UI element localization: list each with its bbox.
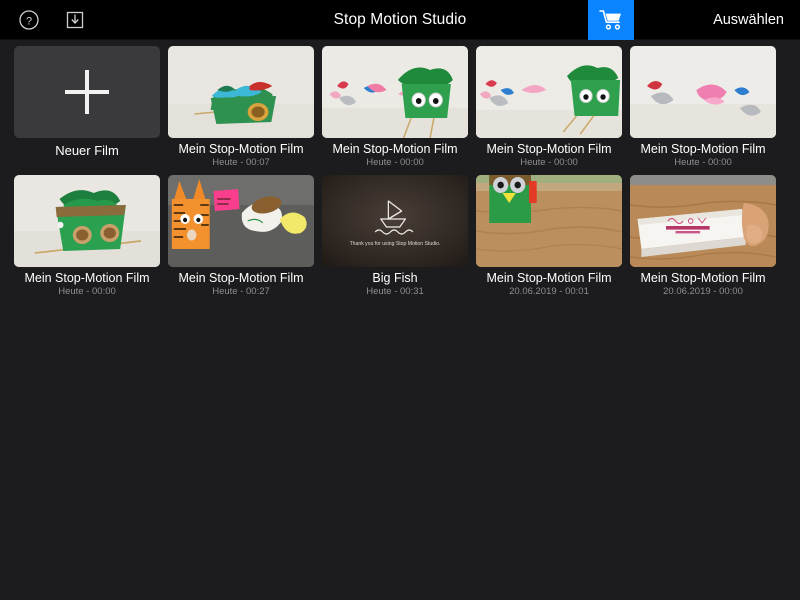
endcard-text: Thank you for using Stop Motion Studio.: [350, 241, 441, 247]
movie-thumbnail[interactable]: [476, 46, 622, 138]
scene-green-bird-wood: [476, 175, 622, 267]
movie-meta: Heute - 00:27: [212, 286, 270, 297]
movie-thumbnail[interactable]: [168, 175, 314, 267]
movie-grid: Neuer Film Mein Stop-Motion Film Heute -…: [0, 40, 800, 304]
movie-tile[interactable]: Mein Stop-Motion Film 20.06.2019 - 00:00: [626, 175, 780, 298]
movie-tile[interactable]: Mein Stop-Motion Film Heute - 00:00: [626, 46, 780, 169]
movie-meta: Heute - 00:00: [674, 157, 732, 168]
svg-text:?: ?: [26, 15, 32, 27]
scene-green-boat-tissue: [168, 46, 314, 138]
scene-green-cart-wheels: [14, 175, 160, 267]
movie-meta: Heute - 00:31: [366, 286, 424, 297]
movie-tile[interactable]: Mein Stop-Motion Film Heute - 00:00: [318, 46, 472, 169]
top-toolbar: ? Stop Motion Studio Auswählen: [0, 0, 800, 40]
scene-orange-tiger-desk: [168, 175, 314, 267]
new-film-thumbnail[interactable]: [14, 46, 160, 138]
movie-thumbnail[interactable]: [630, 175, 776, 267]
movie-title: Mein Stop-Motion Film: [24, 271, 150, 285]
movie-tile[interactable]: Mein Stop-Motion Film Heute - 00:27: [164, 175, 318, 298]
new-film-label: Neuer Film: [55, 143, 119, 158]
movie-tile[interactable]: Mein Stop-Motion Film Heute - 00:07: [164, 46, 318, 169]
scene-green-monster-right: [476, 46, 622, 138]
store-cart-button[interactable]: [588, 0, 634, 40]
movie-title: Mein Stop-Motion Film: [640, 271, 766, 285]
movie-meta: Heute - 00:00: [366, 157, 424, 168]
scene-endcard-boat: Thank you for using Stop Motion Studio.: [322, 175, 468, 267]
app-title: Stop Motion Studio: [333, 10, 467, 28]
scene-crumpled-papers: [630, 46, 776, 138]
select-button[interactable]: Auswählen: [713, 0, 784, 40]
movie-tile[interactable]: Mein Stop-Motion Film Heute - 00:00: [472, 46, 626, 169]
toolbar-left-group: ?: [0, 7, 88, 33]
help-button[interactable]: ?: [16, 7, 42, 33]
movie-thumbnail[interactable]: [14, 175, 160, 267]
movie-title: Mein Stop-Motion Film: [178, 142, 304, 156]
movie-title: Mein Stop-Motion Film: [640, 142, 766, 156]
movie-thumbnail[interactable]: [322, 46, 468, 138]
import-download-icon: [66, 11, 84, 28]
movie-thumbnail[interactable]: [630, 46, 776, 138]
movie-thumbnail[interactable]: Thank you for using Stop Motion Studio.: [322, 175, 468, 267]
shopping-cart-icon: [599, 10, 621, 30]
movie-thumbnail[interactable]: [168, 46, 314, 138]
movie-title: Mein Stop-Motion Film: [486, 142, 612, 156]
movie-meta: Heute - 00:00: [520, 157, 578, 168]
movie-tile[interactable]: Thank you for using Stop Motion Studio. …: [318, 175, 472, 298]
movie-meta: Heute - 00:07: [212, 157, 270, 168]
movie-tile[interactable]: Mein Stop-Motion Film Heute - 00:00: [10, 175, 164, 298]
new-film-tile[interactable]: Neuer Film: [10, 46, 164, 169]
movie-title: Mein Stop-Motion Film: [332, 142, 458, 156]
scene-green-monster-googly: [322, 46, 468, 138]
question-circle-icon: ?: [19, 9, 39, 30]
movie-meta: 20.06.2019 - 00:00: [663, 286, 743, 297]
movie-meta: Heute - 00:00: [58, 286, 116, 297]
movie-tile[interactable]: Mein Stop-Motion Film 20.06.2019 - 00:01: [472, 175, 626, 298]
movie-meta: 20.06.2019 - 00:01: [509, 286, 589, 297]
plus-icon: [65, 70, 109, 114]
movie-title: Big Fish: [372, 271, 418, 285]
movie-title: Mein Stop-Motion Film: [486, 271, 612, 285]
scene-white-box-hand: [630, 175, 776, 267]
movie-title: Mein Stop-Motion Film: [178, 271, 304, 285]
import-button[interactable]: [62, 7, 88, 33]
movie-thumbnail[interactable]: [476, 175, 622, 267]
